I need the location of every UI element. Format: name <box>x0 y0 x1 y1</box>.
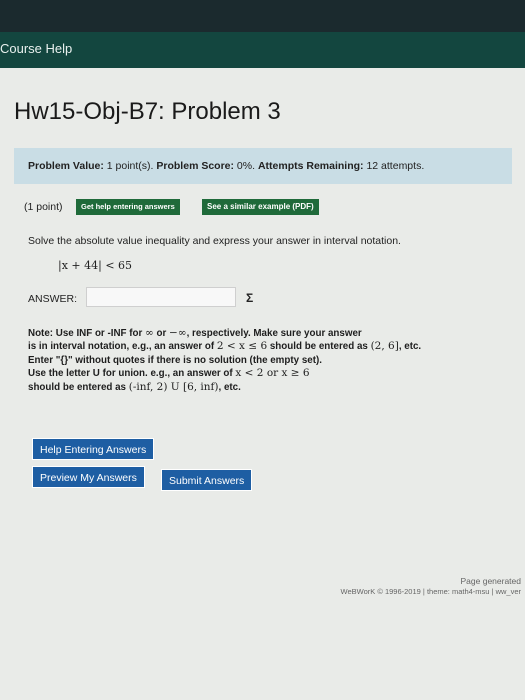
equation-editor-icon[interactable]: Σ <box>246 291 253 305</box>
note-line-5: should be entered as (-inf, 2) U [6, inf… <box>28 380 241 393</box>
footer-copyright: WeBWorK © 1996-2019 | theme: math4-msu |… <box>340 587 521 596</box>
problem-value: 1 point(s). <box>106 160 154 172</box>
problem-score-label: Problem Score: <box>156 160 234 172</box>
note-line-3: Enter "{}" without quotes if there is no… <box>28 354 322 366</box>
answer-format-note: Note: Use INF or -INF for ∞ or −∞, respe… <box>28 327 508 394</box>
problem-points: (1 point) <box>24 201 63 213</box>
preview-answers-button[interactable]: Preview My Answers <box>32 466 145 488</box>
submit-answers-button[interactable]: Submit Answers <box>161 469 253 491</box>
problem-prompt: Solve the absolute value inequality and … <box>28 235 401 247</box>
top-navbar <box>0 0 525 32</box>
attempts-remaining-label: Attempts Remaining: <box>257 160 364 172</box>
answer-label: ANSWER: <box>28 293 78 305</box>
problem-score: 0%. <box>236 160 256 172</box>
help-entering-answers-button[interactable]: Help Entering Answers <box>32 438 155 460</box>
course-help-link[interactable]: Course Help <box>0 41 72 56</box>
note-line-4: Use the letter U for union. e.g., an ans… <box>28 367 310 380</box>
inequality-expression: |x + 44| < 65 <box>58 259 133 272</box>
course-bar: Course Help <box>0 32 525 68</box>
page-generated-text: Page generated <box>460 576 522 586</box>
note-line-2: is in interval notation, e.g., an answer… <box>28 340 422 353</box>
help-entering-answers-link[interactable]: Get help entering answers <box>76 199 180 215</box>
attempts-remaining: 12 attempts. <box>366 160 425 172</box>
similar-example-pdf-link[interactable]: See a similar example (PDF) <box>202 199 319 215</box>
note-line-1: Note: Use INF or -INF for ∞ or −∞, respe… <box>28 327 362 339</box>
problem-info-bar: Problem Value: 1 point(s). Problem Score… <box>14 148 512 184</box>
problem-value-label: Problem Value: <box>28 160 104 172</box>
page-title: Hw15-Obj-B7: Problem 3 <box>14 98 281 125</box>
answer-input[interactable] <box>86 287 236 307</box>
